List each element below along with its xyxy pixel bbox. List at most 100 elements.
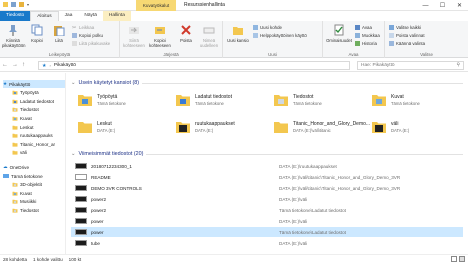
- folder-tile[interactable]: Kuvat Tämä tietokone: [371, 89, 466, 111]
- nav-item[interactable]: ruutukaappauks: [12, 132, 65, 140]
- recent-file-row[interactable]: power DATA (E:)\väli: [71, 216, 463, 226]
- nav-item[interactable]: Titanic_Honor_ar: [12, 140, 65, 148]
- folder-tile[interactable]: Titanic_Honor_and_Glory_Demo... DATA (E:)…: [273, 116, 370, 138]
- nav-item-label: väli: [20, 150, 27, 156]
- recent-file-row[interactable]: power Tämä tietokone\Ladatut tiedostot: [71, 227, 463, 237]
- folder-tile[interactable]: Ladatut tiedostot Tämä tietokone: [175, 89, 270, 111]
- details-view-icon[interactable]: [451, 256, 457, 262]
- paste-label: Liitä: [55, 38, 63, 43]
- delete-button[interactable]: Poista: [175, 24, 197, 43]
- recent-file-row[interactable]: tube DATA (E:)\väli: [71, 238, 463, 248]
- dropdown-icon[interactable]: ▾: [27, 2, 32, 7]
- recent-file-row[interactable]: DEMO 3VR CONTROLS DATA (E:)\väli\titanic\…: [71, 183, 463, 193]
- history-button[interactable]: Historia: [355, 40, 377, 47]
- properties-icon[interactable]: [11, 2, 16, 7]
- paste-button[interactable]: Liitä: [48, 24, 70, 43]
- breadcrumb-quick-access[interactable]: Pikakäyttö: [54, 63, 76, 68]
- properties-button[interactable]: Ominaisuudet: [326, 24, 352, 43]
- back-button[interactable]: ←: [2, 62, 8, 68]
- rename-button[interactable]: Nimeä uudelleen: [198, 24, 220, 48]
- chevron-down-icon: ⌄: [71, 151, 76, 157]
- cut-button[interactable]: ✂ Leikkaa: [72, 24, 94, 31]
- tab-view[interactable]: Näytä: [78, 11, 103, 21]
- folder-location: Tämä tietokone: [97, 101, 126, 106]
- select-none-icon: [389, 33, 394, 38]
- nav-item[interactable]: Työpöytä: [12, 89, 65, 97]
- nav-item[interactable]: 3D-objektit: [12, 181, 65, 189]
- new-folder-icon[interactable]: [19, 2, 24, 7]
- file-location: DATA (E:)\väli: [279, 218, 308, 224]
- folder-icon[interactable]: [3, 2, 8, 7]
- copy-button[interactable]: Kopioi: [26, 24, 48, 43]
- nav-item[interactable]: Kuvat: [12, 114, 65, 122]
- copy-to-button[interactable]: Kopioi kohteeseen: [148, 24, 172, 48]
- folder-tile[interactable]: Työpöytä Tämä tietokone: [77, 89, 172, 111]
- recent-file-row[interactable]: README DATA (E:)\väli\titanic\Titanic_Hon…: [71, 172, 463, 182]
- history-label: Historia: [362, 41, 377, 46]
- clipboard-group: Kiinnitä pikakäyttöön Kopioi Liitä ✂ Lei…: [0, 21, 120, 58]
- nav-item[interactable]: väli: [12, 149, 65, 157]
- nav-item[interactable]: Musiikki: [12, 198, 65, 206]
- file-name: DEMO 3VR CONTROLS: [91, 185, 142, 191]
- up-button[interactable]: ↑: [22, 62, 25, 68]
- image-thumb-icon: [75, 185, 87, 191]
- file-name: README: [91, 174, 111, 180]
- recent-file-row[interactable]: power2 Tämä tietokone\Ladatut tiedostot: [71, 205, 463, 215]
- file-name: power: [91, 218, 104, 224]
- close-button[interactable]: ✕: [451, 0, 468, 11]
- select-none-button[interactable]: Poista valinnat: [389, 32, 425, 39]
- tab-manage[interactable]: Hallinta: [102, 11, 131, 21]
- paste-shortcut-button[interactable]: Liitä pikakuvake: [72, 40, 110, 47]
- copy-path-button[interactable]: Kopioi polku: [72, 32, 103, 39]
- tab-file[interactable]: Tiedosto: [0, 11, 31, 21]
- new-folder-button[interactable]: Uusi kansio: [227, 24, 249, 43]
- nav-item[interactable]: Kuvat: [12, 189, 65, 197]
- pictures-folder-icon: [372, 95, 386, 106]
- folder-icon: [12, 151, 18, 155]
- nav-item[interactable]: Tiedostot: [12, 106, 65, 114]
- nav-item-label: Tämä tietokone: [11, 173, 43, 179]
- frequent-folders-header[interactable]: ⌄ Usein käytetyt kansiot (8): [71, 80, 463, 86]
- tab-share[interactable]: Jaa: [59, 11, 79, 21]
- nav-item[interactable]: ☁ OneDrive: [3, 163, 65, 171]
- nav-item[interactable]: Ladatut tiedostot: [12, 97, 65, 105]
- history-icon: [355, 41, 360, 46]
- edit-button[interactable]: Muokkaa: [355, 32, 380, 39]
- minimize-button[interactable]: —: [417, 0, 434, 11]
- nav-item[interactable]: Tiedostot: [12, 206, 65, 214]
- easy-access-button[interactable]: Helppokäyttöinen käyttö: [253, 32, 307, 39]
- search-icon: ⚲: [456, 63, 460, 68]
- nav-item-label: Ladatut tiedostot: [20, 98, 54, 104]
- folder-tile[interactable]: Tiedostot Tämä tietokone: [273, 89, 368, 111]
- download-folder-icon: [12, 99, 18, 104]
- recent-files-header[interactable]: ⌄ Viimeisimmät tiedostot (20): [71, 151, 463, 157]
- nav-item[interactable]: ★ Pikakäyttö: [3, 80, 65, 88]
- invert-selection-button[interactable]: Käännä valinta: [389, 40, 425, 47]
- properties-label: Ominaisuudet: [326, 38, 352, 43]
- recent-file-row[interactable]: 20180712234300_1 DATA (E:)\ruutukaappauks…: [71, 161, 463, 171]
- star-icon: ★: [3, 81, 8, 86]
- large-icons-view-icon[interactable]: [459, 256, 465, 262]
- address-field[interactable]: ★ › Pikakäyttö: [38, 61, 350, 70]
- open-button[interactable]: Avaa: [355, 24, 372, 31]
- nav-item[interactable]: Leskut: [12, 123, 65, 131]
- nav-item-label: Työpöytä: [20, 90, 39, 96]
- open-label: Avaa: [362, 25, 372, 30]
- tab-home[interactable]: Aloitus: [30, 11, 59, 21]
- select-all-button[interactable]: Valitse kaikki: [389, 24, 421, 31]
- nav-item[interactable]: Tämä tietokone: [3, 172, 65, 180]
- move-to-button[interactable]: Siirrä kohteeseen: [122, 24, 146, 48]
- folder-name: väli: [391, 121, 399, 127]
- nav-item-label: Kuvat: [20, 190, 32, 196]
- recent-file-row[interactable]: power2 DATA (E:)\väli: [71, 194, 463, 204]
- folder-tile[interactable]: Leskut DATA (E:): [77, 116, 172, 138]
- folder-tile[interactable]: väli DATA (E:): [371, 116, 466, 138]
- forward-button[interactable]: →: [12, 62, 18, 68]
- context-tab-label: Kuvatyökalut: [136, 0, 176, 11]
- maximize-button[interactable]: ☐: [434, 0, 451, 11]
- folder-tile[interactable]: ruutukaappaukset DATA (E:): [175, 116, 270, 138]
- folder-location: DATA (E:)\väli\titanic: [293, 128, 331, 133]
- search-input[interactable]: Hae: Pikakäyttö ⚲: [357, 61, 464, 70]
- new-item-button[interactable]: Uusi kohde: [253, 24, 282, 31]
- pin-button[interactable]: Kiinnitä pikakäyttöön: [2, 24, 26, 48]
